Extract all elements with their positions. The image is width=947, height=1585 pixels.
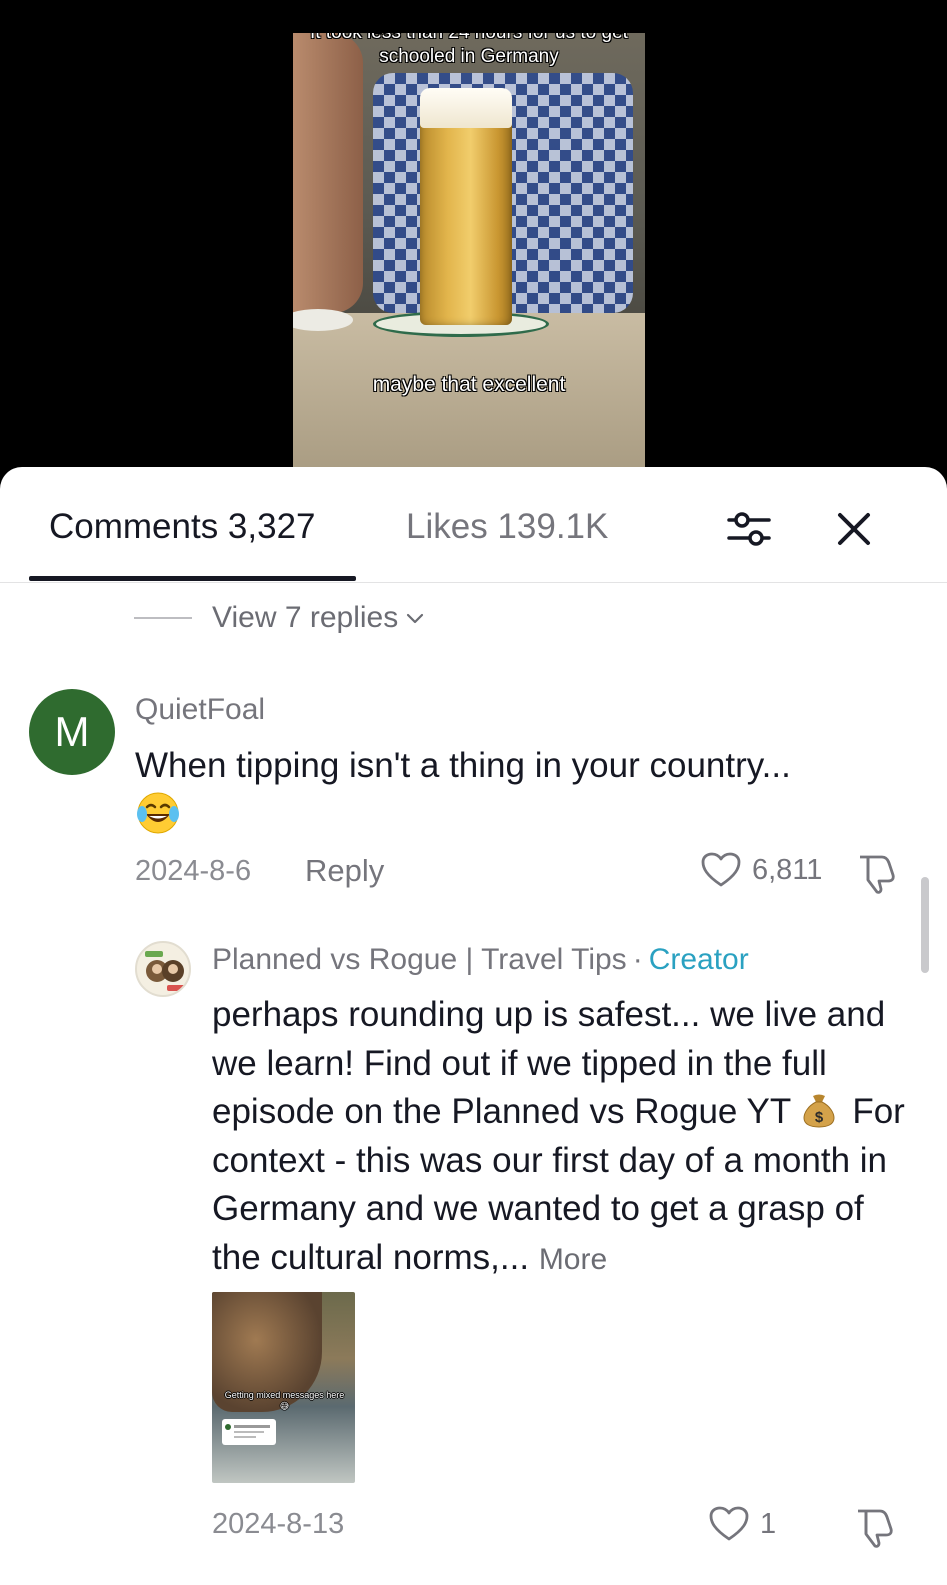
reply-author-line: Planned vs Rogue | Travel Tips · Creator bbox=[212, 943, 749, 977]
comments-tabbar: Comments 3,327 Likes 139.1K bbox=[0, 467, 947, 583]
scrollbar[interactable] bbox=[921, 877, 929, 973]
thumbnail-card-lines-icon bbox=[225, 1424, 270, 1438]
dislike-icon[interactable] bbox=[852, 1507, 896, 1549]
replies-divider bbox=[134, 617, 192, 619]
comment-date: 2024-8-6 bbox=[135, 855, 252, 887]
video-player[interactable]: It took less than 24 hours for us to get… bbox=[0, 0, 947, 480]
heart-icon bbox=[701, 852, 741, 887]
close-icon bbox=[838, 513, 870, 545]
filter-button[interactable] bbox=[723, 503, 775, 555]
like-button[interactable]: 6,811 bbox=[700, 851, 822, 889]
thumbnail-comment-card bbox=[222, 1419, 276, 1445]
creator-badge: Creator bbox=[648, 943, 749, 976]
reply-text-part1: perhaps rounding up is safest... we live… bbox=[212, 995, 886, 1131]
laughing-tears-emoji-icon bbox=[137, 792, 179, 834]
video-caption-bottom: maybe that excellent bbox=[372, 373, 566, 396]
comments-sheet: Comments 3,327 Likes 139.1K View 7 repli… bbox=[0, 467, 947, 1585]
reply-author[interactable]: Planned vs Rogue | Travel Tips bbox=[212, 943, 627, 976]
more-link[interactable]: More bbox=[539, 1243, 607, 1276]
tab-likes[interactable]: Likes 139.1K bbox=[406, 507, 608, 547]
beer-foam bbox=[420, 88, 512, 128]
author-separator: · bbox=[632, 943, 643, 976]
thumbnail-caption: Getting mixed messages here😅 bbox=[224, 1390, 345, 1411]
sliders-icon bbox=[727, 512, 771, 546]
reply-text: perhaps rounding up is safest... we live… bbox=[212, 991, 912, 1284]
reply-like-button[interactable]: 1 bbox=[708, 1505, 776, 1543]
reply-video-thumbnail[interactable]: Getting mixed messages here😅 bbox=[212, 1292, 355, 1483]
creator-logo-icon bbox=[145, 951, 185, 991]
heart-icon bbox=[709, 1506, 749, 1541]
reply-date: 2024-8-13 bbox=[212, 1508, 345, 1540]
money-bag-icon: $ bbox=[803, 1094, 835, 1128]
comment-username[interactable]: QuietFoal bbox=[135, 693, 265, 727]
like-count: 6,811 bbox=[752, 853, 823, 886]
close-button[interactable] bbox=[828, 503, 880, 555]
video-frame[interactable]: It took less than 24 hours for us to get… bbox=[293, 33, 645, 473]
reply-button[interactable]: Reply bbox=[305, 853, 384, 889]
comment-text: When tipping isn't a thing in your count… bbox=[135, 746, 791, 785]
view-replies-toggle[interactable]: View 7 replies bbox=[134, 600, 426, 636]
creator-avatar[interactable] bbox=[135, 941, 191, 997]
reply-like-count: 1 bbox=[760, 1507, 777, 1540]
video-arm bbox=[293, 33, 363, 313]
active-tab-indicator bbox=[29, 576, 356, 581]
tab-comments[interactable]: Comments 3,327 bbox=[49, 507, 316, 547]
view-replies-label: View 7 replies bbox=[212, 601, 399, 634]
dislike-icon[interactable] bbox=[854, 853, 898, 895]
avatar[interactable]: M bbox=[29, 689, 115, 775]
svg-text:$: $ bbox=[815, 1109, 824, 1126]
video-caption-top: It took less than 24 hours for us to get… bbox=[310, 33, 628, 67]
chevron-down-icon bbox=[407, 613, 424, 624]
